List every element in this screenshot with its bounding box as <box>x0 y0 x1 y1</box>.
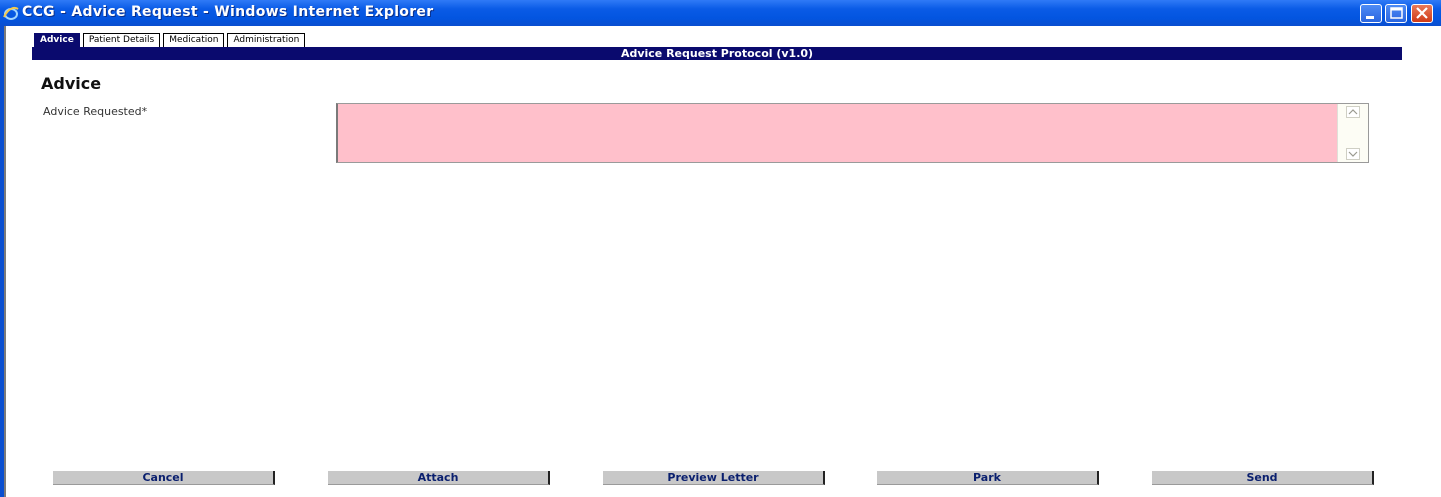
advice-requested-label: Advice Requested* <box>43 105 148 118</box>
maximize-button[interactable] <box>1385 4 1407 23</box>
window-frame-left-inner <box>4 26 6 497</box>
attach-button[interactable]: Attach <box>328 471 550 485</box>
scroll-up-icon[interactable] <box>1346 106 1360 118</box>
advice-requested-textarea[interactable] <box>336 103 1369 163</box>
internet-explorer-icon <box>3 7 19 20</box>
cancel-button[interactable]: Cancel <box>53 471 275 485</box>
maximize-icon <box>1390 7 1403 19</box>
close-button[interactable] <box>1411 4 1433 23</box>
window-title-bar: CCG - Advice Request - Windows Internet … <box>0 0 1441 26</box>
tab-patient-details[interactable]: Patient Details <box>82 33 161 48</box>
tab-strip: Advice Patient Details Medication Admini… <box>34 33 308 48</box>
send-button[interactable]: Send <box>1152 471 1374 485</box>
preview-letter-button[interactable]: Preview Letter <box>603 471 825 485</box>
tab-advice[interactable]: Advice <box>34 33 80 48</box>
tab-medication[interactable]: Medication <box>163 33 225 48</box>
section-heading: Advice <box>41 74 102 93</box>
park-button[interactable]: Park <box>877 471 1099 485</box>
textarea-scrollbar[interactable] <box>1337 104 1368 162</box>
minimize-button[interactable] <box>1360 4 1382 23</box>
protocol-title-bar: Advice Request Protocol (v1.0) <box>32 47 1402 60</box>
minimize-icon <box>1366 16 1374 19</box>
tab-administration[interactable]: Administration <box>227 33 306 48</box>
scroll-down-icon[interactable] <box>1346 148 1360 160</box>
window-title: CCG - Advice Request - Windows Internet … <box>22 4 434 20</box>
close-icon <box>1416 7 1428 19</box>
